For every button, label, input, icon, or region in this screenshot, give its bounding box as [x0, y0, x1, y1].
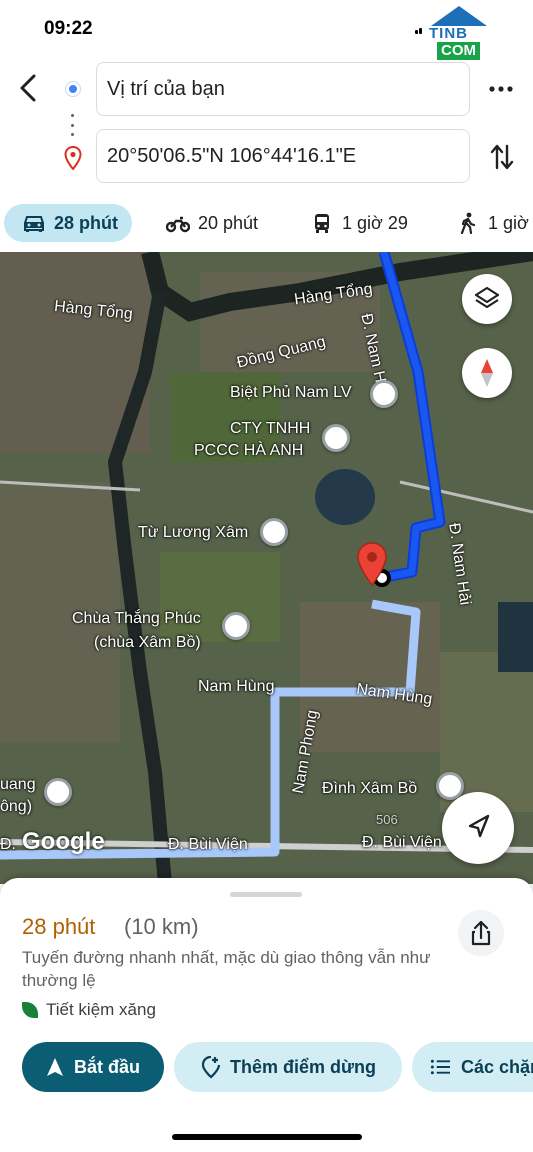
route-sheet: 28 phút (10 km) Tuyến đường nhanh nhất, …	[0, 878, 533, 1152]
compass-button[interactable]	[462, 348, 512, 398]
add-location-icon	[201, 1055, 221, 1079]
mode-walk-label: 1 giờ	[488, 212, 529, 233]
more-horizontal-icon	[489, 86, 513, 92]
poi-label-chua-line2[interactable]: (chùa Xâm Bồ)	[94, 634, 201, 652]
bus-icon	[315, 214, 329, 233]
origin-dot-icon	[66, 82, 80, 96]
more-options-button[interactable]	[486, 76, 516, 102]
add-stop-label: Thêm điểm dừng	[229, 1056, 377, 1077]
destination-pin-icon	[64, 146, 82, 170]
road-number-506: 506	[376, 812, 398, 827]
mode-walk[interactable]: 1 giờ	[456, 204, 529, 242]
status-bar: 09:22 TINB COM	[0, 0, 533, 60]
car-icon	[24, 216, 44, 232]
list-icon	[430, 1059, 451, 1075]
watermark-logo: TINB COM	[427, 6, 487, 60]
travel-modes: 28 phút 20 phút 1 giờ 29 1 giờ	[0, 204, 533, 244]
poi-label-cty-line2[interactable]: PCCC HÀ ANH	[194, 442, 303, 460]
directions-header: Vị trí của bạn 20°50'06.5"N 106°44'16.1"…	[0, 58, 533, 192]
street-label-nam-hung-1: Nam Hùng	[198, 678, 275, 695]
add-stop-button[interactable]: Thêm điểm dừng	[174, 1042, 402, 1092]
poi-label-cty-line1[interactable]: CTY TNHH	[230, 420, 310, 438]
mode-transit[interactable]: 1 giờ 29	[310, 204, 408, 242]
poi-label-chua-line1[interactable]: Chùa Thắng Phúc	[72, 610, 201, 628]
sheet-grabber[interactable]	[230, 892, 302, 897]
walk-icon	[460, 212, 476, 234]
museum-icon[interactable]	[260, 518, 288, 546]
steps-button[interactable]: Các chặng	[412, 1042, 533, 1092]
back-arrow-icon	[20, 74, 36, 102]
poi-label-dinh-xam-bo[interactable]: Đình Xâm Bồ	[322, 780, 417, 798]
route-description: Tuyến đường nhanh nhất, mặc dù giao thôn…	[22, 948, 431, 990]
watermark-text: TINB	[429, 25, 468, 42]
steps-label: Các chặng	[460, 1056, 533, 1077]
mode-car[interactable]: 28 phút	[4, 204, 133, 242]
home-indicator[interactable]	[172, 1134, 362, 1140]
leaf-icon	[22, 1002, 38, 1018]
compass-icon	[481, 359, 493, 387]
poi-label-tu-luong-xam[interactable]: Từ Lương Xâm	[138, 524, 248, 542]
start-button[interactable]: Bắt đầu	[22, 1042, 164, 1092]
temple-icon[interactable]	[222, 612, 250, 640]
layers-icon	[474, 286, 500, 309]
navigation-start-icon	[46, 1058, 63, 1076]
action-row: Bắt đầu Thêm điểm dừng Các chặng	[0, 1040, 533, 1094]
poi-pin-icon[interactable]	[370, 380, 398, 408]
poi-label-left-partial-2: ông)	[0, 798, 33, 815]
route-time: 28 phút	[22, 914, 96, 939]
back-button[interactable]	[14, 70, 46, 106]
eco-badge: Tiết kiệm xăng	[22, 1000, 156, 1020]
origin-field[interactable]: Vị trí của bạn	[96, 62, 470, 116]
temple-icon[interactable]	[44, 778, 72, 806]
street-label-bui-vien-1: Đ. Bùi Viện	[168, 836, 248, 853]
mode-transit-label: 1 giờ 29	[342, 212, 408, 233]
mode-motorbike[interactable]: 20 phút	[166, 204, 258, 242]
eco-label: Tiết kiệm xăng	[46, 1000, 156, 1019]
mode-car-label: 28 phút	[54, 212, 119, 233]
map-view[interactable]: Hàng Tổng Hàng Tổng Đồng Quang Đ. Nam Hả…	[0, 252, 533, 884]
poi-label-biet-phu[interactable]: Biệt Phủ Nam LV	[230, 384, 352, 402]
navigation-arrow-icon	[468, 814, 490, 838]
share-icon	[471, 920, 491, 946]
map-destination-pin-icon[interactable]	[356, 542, 388, 586]
start-button-label: Bắt đầu	[73, 1056, 140, 1077]
swap-button[interactable]	[488, 142, 516, 172]
status-time: 09:22	[44, 18, 93, 39]
poi-pin-icon[interactable]	[322, 424, 350, 452]
share-button[interactable]	[458, 910, 504, 956]
destination-field[interactable]: 20°50'06.5"N 106°44'16.1"E	[96, 129, 470, 183]
street-label-bui-vien-2: Đ. Bùi Viện	[362, 834, 442, 851]
google-logo: Google	[22, 828, 105, 855]
mode-motorbike-label: 20 phút	[198, 212, 259, 233]
my-location-button[interactable]	[442, 792, 514, 864]
map-layers-button[interactable]	[462, 274, 512, 324]
connector-dots-icon	[71, 114, 75, 136]
signal-icon	[415, 28, 423, 34]
motorbike-icon	[166, 216, 190, 233]
poi-label-left-partial-1: uang	[0, 776, 36, 793]
street-label-bui-vien-prefix: Đ.	[0, 836, 16, 853]
watermark-roof-icon	[431, 6, 487, 26]
swap-vertical-icon	[490, 144, 514, 170]
route-distance: (10 km)	[124, 914, 199, 939]
